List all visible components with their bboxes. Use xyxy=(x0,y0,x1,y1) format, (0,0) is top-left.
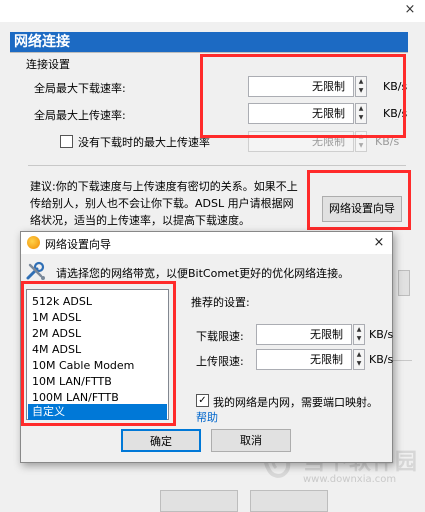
dialog-close-icon[interactable]: × xyxy=(369,232,389,254)
watermark-url: www.downxia.com xyxy=(303,474,397,485)
bg-separator xyxy=(392,360,412,361)
dialog-hint: 请选择您的网络带宽，以便BitComet更好的优化网络连接。 xyxy=(56,267,350,280)
ok-button[interactable]: 确定 xyxy=(121,429,201,452)
spin-up-icon[interactable]: ▲ xyxy=(354,325,364,334)
network-wizard-dialog: 网络设置向导 × 请选择您的网络带宽，以便BitComet更好的优化网络连接。 … xyxy=(20,231,393,463)
upload-limit-label: 上传限速: xyxy=(196,355,244,368)
max-download-label: 全局最大下载速率: xyxy=(34,82,126,95)
lan-checkbox-label: 我的网络是内网，需要端口映射。 xyxy=(213,396,378,409)
download-limit-label: 下载限速: xyxy=(196,330,244,343)
tools-icon xyxy=(26,261,45,280)
spin-down-icon[interactable]: ▼ xyxy=(354,359,364,368)
download-limit-input[interactable]: 无限制 xyxy=(256,324,352,345)
spin-down-icon[interactable]: ▼ xyxy=(354,334,364,343)
highlight-speed-fields xyxy=(200,54,406,138)
download-limit-spinner[interactable]: ▲ ▼ xyxy=(353,324,365,345)
window-top-strip xyxy=(0,0,425,22)
upload-limit-spinner[interactable]: ▲ ▼ xyxy=(353,349,365,370)
bg-button[interactable] xyxy=(160,490,238,512)
no-task-upload-checkbox[interactable] xyxy=(60,135,73,148)
highlight-bandwidth-list xyxy=(21,281,176,426)
recommended-label: 推荐的设置: xyxy=(191,296,250,309)
section-heading: 连接设置 xyxy=(24,56,72,72)
cancel-button[interactable]: 取消 xyxy=(211,429,291,452)
spin-down-icon[interactable]: ▼ xyxy=(356,141,366,150)
help-link[interactable]: 帮助 xyxy=(196,409,218,425)
panel-title: 网络连接 xyxy=(10,32,408,52)
window-close-icon[interactable]: × xyxy=(398,0,422,22)
download-limit-unit: KB/s xyxy=(369,328,394,341)
upload-limit-input[interactable]: 无限制 xyxy=(256,349,352,370)
advice-text: 建议:你的下载速度与上传速度有密切的关系。如果不上 传给别人，别人也不会让你下载… xyxy=(30,180,298,227)
bg-control xyxy=(398,270,410,296)
lan-checkbox[interactable]: ✓ xyxy=(196,394,209,407)
max-upload-label: 全局最大上传速率: xyxy=(34,109,126,122)
highlight-wizard-button xyxy=(307,170,411,230)
separator xyxy=(28,165,406,166)
bitcomet-app-icon xyxy=(27,236,40,249)
spin-up-icon[interactable]: ▲ xyxy=(354,350,364,359)
upload-limit-unit: KB/s xyxy=(369,353,394,366)
no-task-upload-label: 没有下载时的最大上传速率 xyxy=(78,136,210,149)
dialog-title: 网络设置向导 xyxy=(45,238,111,251)
